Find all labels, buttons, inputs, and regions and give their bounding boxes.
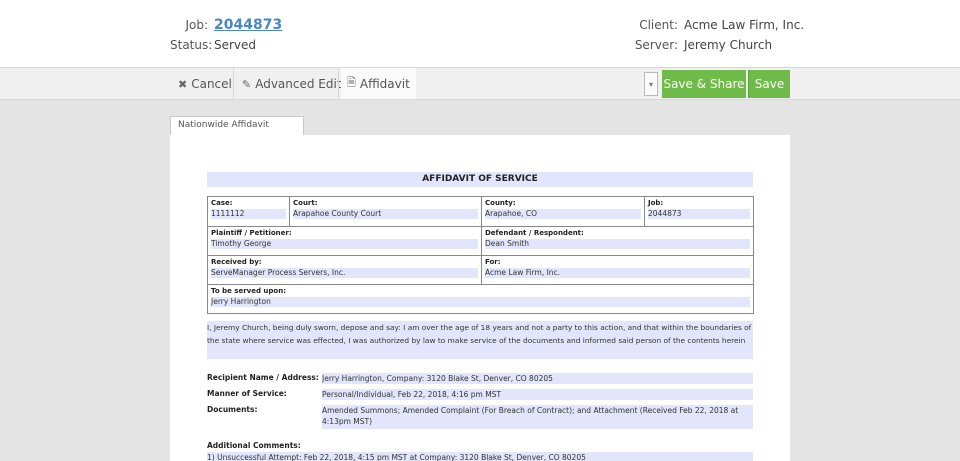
additional-comments-field[interactable]: 1) Unsuccessful Attempt: Feb 22, 2018, 4… [207, 452, 753, 461]
doc-job-field[interactable]: 2044873 [648, 209, 750, 219]
for-cell: For: Acme Law Firm, Inc. [482, 256, 753, 285]
recipient-label: Recipient Name / Address: [207, 373, 319, 382]
cancel-label: Cancel [191, 77, 232, 91]
job-label: Job: [185, 18, 208, 32]
chevron-down-icon: ▾ [648, 79, 653, 89]
plaintiff-cell: Plaintiff / Petitioner: Timothy George [208, 227, 482, 256]
case-field[interactable]: 1111112 [211, 209, 286, 219]
case-info-grid: Case: 1111112 Court: Arapahoe County Cou… [207, 196, 754, 314]
defendant-label: Defendant / Respondent: [485, 229, 584, 237]
county-cell: County: Arapahoe, CO [482, 197, 645, 227]
affidavit-title: AFFIDAVIT OF SERVICE [207, 172, 753, 187]
server-value: Jeremy Church [684, 38, 773, 52]
court-cell: Court: Arapahoe County Court [290, 197, 482, 227]
doc-job-label: Job: [648, 199, 664, 207]
county-field[interactable]: Arapahoe, CO [485, 209, 641, 219]
save-button[interactable]: Save [748, 70, 790, 98]
documents-label: Documents: [207, 405, 258, 414]
cancel-button[interactable]: ✖ Cancel [172, 68, 238, 100]
defendant-field[interactable]: Dean Smith [485, 239, 750, 249]
status-value: Served [214, 38, 257, 52]
job-row: Job: 2044873 [174, 17, 282, 33]
save-share-button[interactable]: Save & Share [662, 70, 746, 98]
recipient-field[interactable]: Jerry Harrington, Company: 3120 Blake St… [322, 373, 753, 384]
server-label: Server: [634, 38, 678, 52]
for-label: For: [485, 258, 501, 266]
court-field[interactable]: Arapahoe County Court [293, 209, 478, 219]
status-row: Status: Served [170, 38, 256, 52]
job-cell: Job: 2044873 [645, 197, 753, 227]
server-row: Server: Jeremy Church [632, 38, 772, 52]
additional-comments-label: Additional Comments: [207, 441, 301, 450]
share-options-dropdown[interactable]: ▾ [644, 72, 658, 96]
pencil-icon: ✎ [242, 77, 252, 91]
client-value: Acme Law Firm, Inc. [684, 18, 805, 32]
client-row: Client: Acme Law Firm, Inc. [636, 18, 804, 32]
job-number-link[interactable]: 2044873 [214, 17, 282, 33]
plaintiff-label: Plaintiff / Petitioner: [211, 229, 292, 237]
plaintiff-field[interactable]: Timothy George [211, 239, 478, 249]
advanced-edit-button[interactable]: ✎ Advanced Edit [236, 68, 348, 100]
court-label: Court: [293, 199, 318, 207]
defendant-cell: Defendant / Respondent: Dean Smith [482, 227, 753, 256]
close-icon: ✖ [178, 77, 188, 91]
case-cell: Case: 1111112 [208, 197, 290, 227]
manner-label: Manner of Service: [207, 389, 287, 398]
affidavit-label: Affidavit [359, 76, 410, 91]
county-label: County: [485, 199, 516, 207]
received-by-field[interactable]: ServeManager Process Servers, Inc. [211, 268, 478, 278]
received-by-label: Received by: [211, 258, 262, 266]
served-upon-field[interactable]: Jerry Harrington [211, 297, 750, 307]
advanced-edit-label: Advanced Edit [255, 77, 342, 91]
case-label: Case: [211, 199, 233, 207]
sworn-statement[interactable]: I, Jeremy Church, being duly sworn, depo… [207, 321, 753, 359]
client-label: Client: [639, 18, 678, 32]
tab-label: Nationwide Affidavit [178, 120, 269, 130]
toolbar-divider [233, 68, 234, 100]
status-label: Status: [170, 38, 213, 52]
documents-line-2: 4:13pm MST) [322, 417, 373, 426]
nationwide-affidavit-tab[interactable]: Nationwide Affidavit [170, 116, 304, 135]
for-field[interactable]: Acme Law Firm, Inc. [485, 268, 750, 278]
documents-line-1: Amended Summons; Amended Complaint (For … [322, 406, 739, 415]
affidavit-tab[interactable]: 🗎 Affidavit [341, 68, 416, 99]
served-upon-cell: To be served upon: Jerry Harrington [208, 285, 753, 313]
manner-field[interactable]: Personal/Individual, Feb 22, 2018, 4:16 … [322, 389, 753, 400]
toolbar: ✖ Cancel ✎ Advanced Edit 🗎 Affidavit [0, 68, 960, 100]
served-upon-label: To be served upon: [211, 287, 286, 295]
document-icon: 🗎 [347, 76, 356, 89]
toolbar-divider [338, 68, 339, 100]
job-header: Job: 2044873 Status: Served Client: Acme… [0, 0, 960, 68]
received-by-cell: Received by: ServeManager Process Server… [208, 256, 482, 285]
documents-field[interactable]: Amended Summons; Amended Complaint (For … [322, 405, 753, 429]
